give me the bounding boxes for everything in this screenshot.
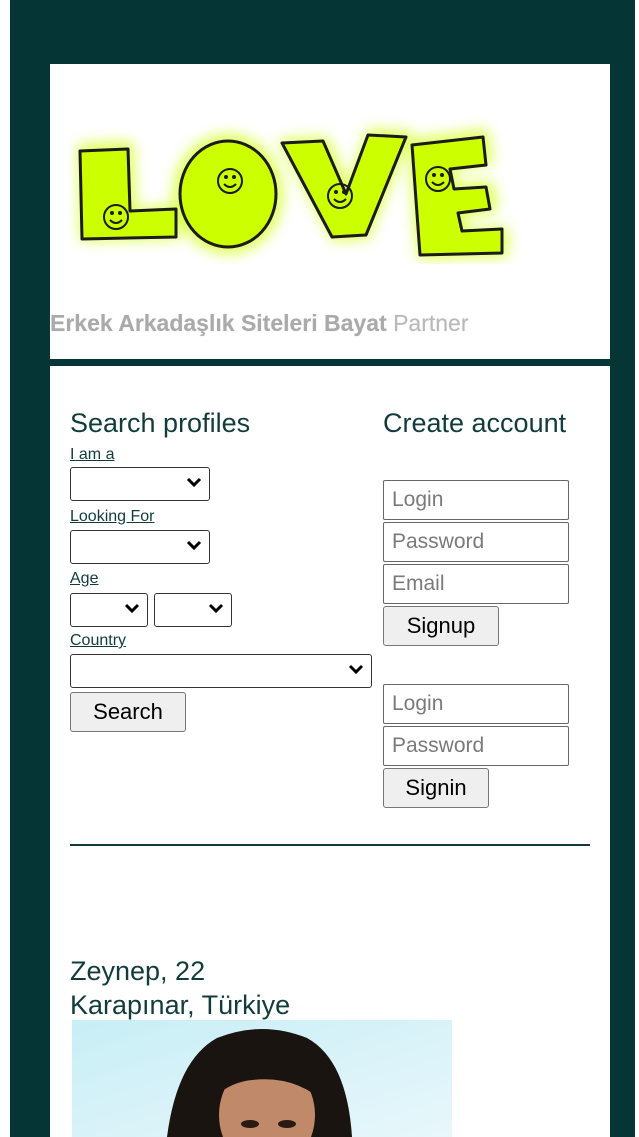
looking-for-select[interactable] [70,530,210,564]
tagline-bold[interactable]: Erkek Arkadaşlık Siteleri Bayat [50,310,387,336]
search-button[interactable]: Search [70,692,186,732]
tagline-rest: Partner [386,310,469,336]
profile-location: Karapınar, Türkiye [70,990,291,1020]
signin-password-input[interactable]: Password [383,726,569,766]
signup-button[interactable]: Signup [383,606,499,646]
profile-card-heading[interactable]: Zeynep, 22 Karapınar, Türkiye [70,954,290,1022]
i-am-label: I am a [70,446,115,463]
age-max-select[interactable] [154,593,232,627]
age-min-select[interactable] [70,593,148,627]
search-title: Search profiles [70,408,251,438]
signup-password-input[interactable]: Password [383,522,569,562]
age-label: Age [70,570,99,587]
header: Erkek Arkadaşlık Siteleri Bayat Partner [50,64,610,359]
site-tagline: Erkek Arkadaşlık Siteleri Bayat Partner [50,310,469,337]
looking-for-label: Looking For [70,508,155,525]
profile-photo[interactable] [72,1020,452,1137]
signup-login-input[interactable]: Login [383,480,569,520]
chevron-down-icon [208,603,224,614]
chevron-down-icon [186,540,202,551]
divider [70,844,590,846]
main-content: Search profiles I am a Looking For Age C… [50,366,610,1137]
chevron-down-icon [124,603,140,614]
chevron-down-icon [186,477,202,488]
create-account-title: Create account [383,408,567,438]
signin-login-input[interactable]: Login [383,684,569,724]
i-am-select[interactable] [70,467,210,501]
love-logo[interactable] [68,99,543,264]
country-label: Country [70,632,127,649]
chevron-down-icon [348,664,364,675]
signup-email-input[interactable]: Email [383,564,569,604]
signin-button[interactable]: Signin [383,768,489,808]
profile-name-age: Zeynep, 22 [70,956,206,986]
country-select[interactable] [70,654,372,688]
